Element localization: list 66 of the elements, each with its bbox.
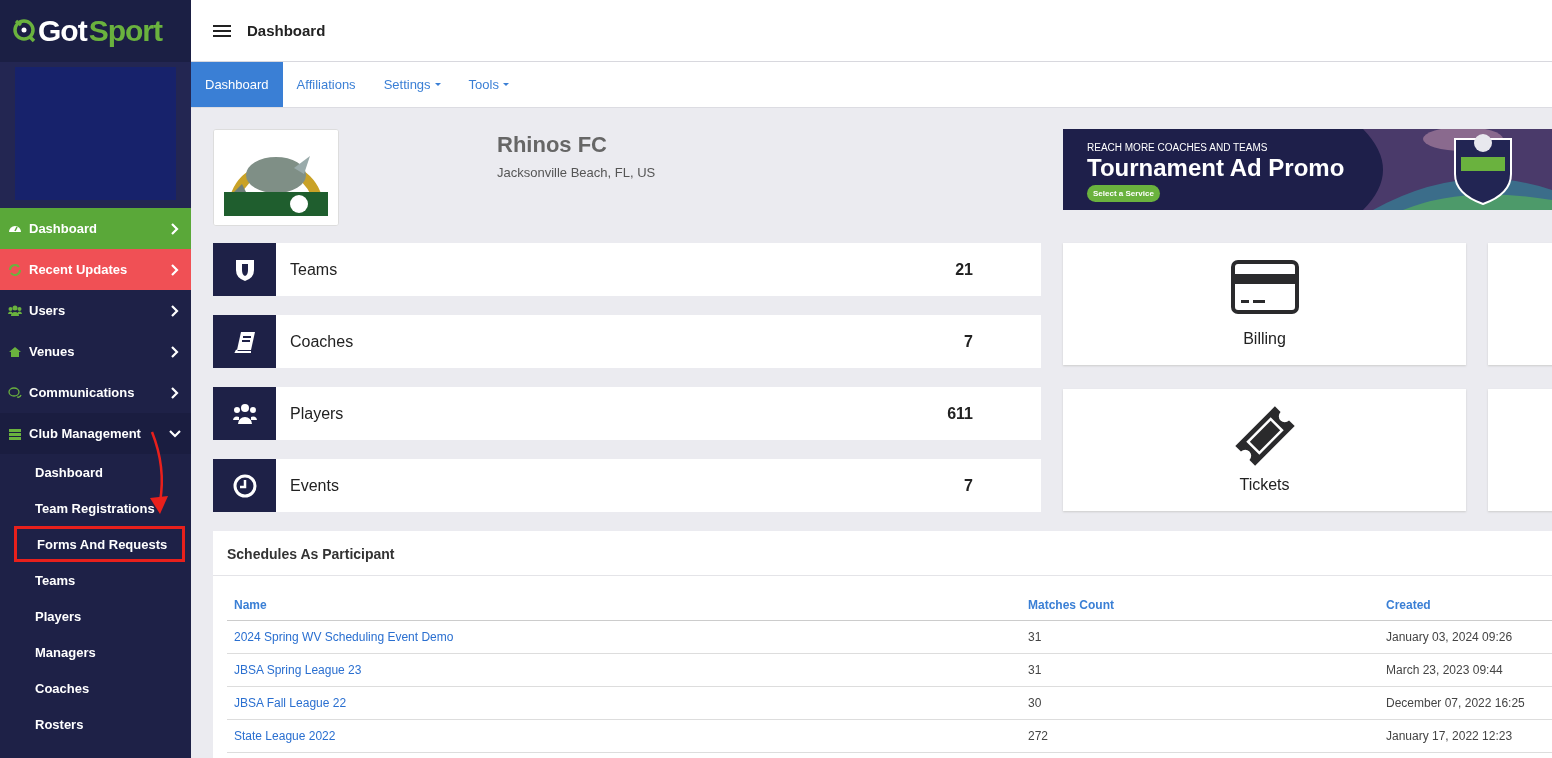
tab[interactable]: Dashboard: [191, 62, 283, 107]
table-cell: March 23, 2023 09:44: [1379, 653, 1552, 687]
nav-subitem[interactable]: Teams: [0, 562, 191, 598]
chat-icon: [8, 385, 22, 400]
schedule-link[interactable]: 2024 Spring WV Scheduling Event Demo: [227, 620, 1021, 654]
chevron-right-icon: [169, 263, 181, 276]
tab[interactable]: Affiliations: [282, 62, 370, 107]
dashboard-tile[interactable]: Billing: [1063, 243, 1466, 365]
table-cell: December 07, 2022 16:25: [1379, 686, 1552, 720]
table-cell: 31: [1021, 620, 1379, 654]
nav-subitem[interactable]: Managers: [0, 634, 191, 670]
table-cell: 30: [1021, 686, 1379, 720]
tab[interactable]: Tools: [454, 62, 523, 107]
table-cell: 31: [1021, 653, 1379, 687]
stat-count: 7: [964, 476, 973, 495]
menu-icon: [213, 24, 231, 37]
refresh-icon: [8, 262, 22, 277]
column-header[interactable]: Created: [1379, 590, 1552, 621]
schedule-link[interactable]: JBSA Fall League 22: [227, 686, 1021, 720]
ad-kicker: REACH MORE COACHES AND TEAMS: [1087, 142, 1268, 153]
table-cell: 272: [1021, 719, 1379, 753]
ad-title: Tournament Ad Promo: [1087, 154, 1345, 182]
nav-subitem[interactable]: Rosters: [0, 706, 191, 742]
nav-subitem[interactable]: Forms And Requests: [14, 526, 185, 562]
stat-card[interactable]: Teams 21: [213, 243, 1041, 296]
stat-count: 7: [964, 332, 973, 351]
logo-icon: [12, 18, 36, 44]
page-title: Dashboard: [247, 22, 326, 39]
chevron-right-icon: [169, 345, 181, 358]
stat-label: Coaches: [290, 332, 355, 351]
chevron-right-icon: [169, 222, 181, 235]
nav-subitem[interactable]: Team Registrations: [0, 490, 191, 526]
server-icon: [8, 426, 22, 441]
logo: GotSport: [12, 14, 162, 48]
users-icon: [8, 303, 22, 318]
panel-title: Schedules As Participant: [213, 531, 1552, 576]
table-cell: January 17, 2022 12:23: [1379, 719, 1552, 753]
clock-icon: [232, 473, 257, 498]
users-icon: [232, 401, 257, 426]
book-icon: [232, 329, 257, 354]
nav-item[interactable]: Club Management: [0, 413, 191, 454]
column-header[interactable]: Name: [227, 590, 1021, 621]
chevron-right-icon: [169, 304, 181, 317]
chevron-down-icon: [169, 427, 181, 440]
stat-card[interactable]: Players 611: [213, 387, 1041, 440]
stat-label: Teams: [290, 260, 339, 279]
column-header[interactable]: Matches Count: [1021, 590, 1379, 621]
club-name: Rhinos FC: [497, 132, 608, 158]
stat-card[interactable]: Coaches 7: [213, 315, 1041, 368]
stat-count: 611: [947, 404, 973, 423]
stat-label: Events: [290, 476, 340, 495]
nav-subitem[interactable]: Dashboard: [0, 454, 191, 490]
table-cell: January 03, 2024 09:26: [1379, 620, 1552, 654]
dashboard-tile[interactable]: Tickets: [1063, 388, 1466, 511]
stat-card[interactable]: Events 7: [213, 459, 1041, 512]
stat-count: 21: [955, 260, 973, 279]
schedule-link[interactable]: State League 2022: [227, 719, 1021, 753]
club-location: Jacksonville Beach, FL, US: [497, 165, 657, 180]
nav-item[interactable]: Recent Updates: [0, 249, 191, 290]
nav-subitem[interactable]: Players: [0, 598, 191, 634]
tab[interactable]: Settings: [369, 62, 455, 107]
schedule-link[interactable]: JBSA Spring League 23: [227, 653, 1021, 687]
nav-subitem[interactable]: Coaches: [0, 670, 191, 706]
stat-label: Players: [290, 404, 345, 423]
chevron-right-icon: [169, 386, 181, 399]
home-icon: [8, 344, 22, 359]
